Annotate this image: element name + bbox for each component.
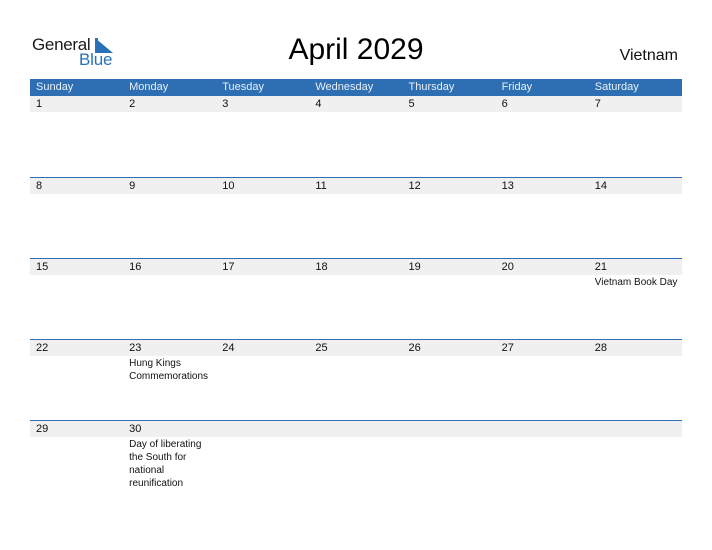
day-number: 18 [315,261,328,273]
holiday-label: Day of liberating the South for national… [129,439,202,489]
holiday-label [216,356,309,383]
day-number: 7 [594,98,601,110]
week-row: 15 16 17 18 19 20 21 Vietnam Book Day [30,258,682,339]
day-number: 6 [501,98,508,110]
day-number: 17 [222,261,235,273]
holiday-label [30,356,123,383]
holiday-label [403,275,496,289]
holiday-label: Vietnam Book Day [594,277,678,288]
holiday-label: Hung Kings Commemorations [129,358,209,382]
holiday-label [496,112,589,113]
day-number: 30 [129,423,142,435]
holiday-label [30,275,123,289]
holiday-label [589,112,682,113]
holiday-label [589,437,682,490]
holiday-label [216,437,309,490]
date-strip: 15 16 17 18 19 20 21 [30,259,682,275]
holiday-label [496,437,589,490]
day-number: 8 [36,180,43,192]
day-number: 19 [408,261,421,273]
day-number: 9 [129,180,136,192]
holiday-label [30,437,123,490]
date-strip: 8 9 10 11 12 13 14 [30,178,682,194]
holiday-label [309,356,402,383]
week-row: 22 23 24 25 26 27 28 Hung Kings Commemorations [30,339,682,420]
day-number [496,421,589,437]
weekday-wednesday: Wednesday [315,81,374,93]
weekday-header-row: Sunday Monday Tuesday Wednesday Thursday… [30,79,682,96]
holiday-label [216,275,309,289]
holiday-label [123,194,216,195]
events-row [30,112,682,113]
weekday-monday: Monday [129,81,169,93]
day-number: 24 [222,342,235,354]
weekday-thursday: Thursday [408,81,455,93]
day-number: 26 [408,342,421,354]
day-number: 14 [594,180,607,192]
day-number: 25 [315,342,328,354]
calendar-title: April 2029 [288,33,424,66]
holiday-label [403,194,496,195]
events-row [30,194,682,195]
day-number: 20 [501,261,514,273]
weekday-tuesday: Tuesday [222,81,265,93]
holiday-label [30,112,123,113]
holiday-label [496,194,589,195]
holiday-label [309,112,402,113]
day-number: 12 [408,180,421,192]
holiday-label [123,275,216,289]
day-number: 21 [594,261,607,273]
holiday-label [309,275,402,289]
week-row: 1 2 3 4 5 6 7 [30,96,682,177]
date-strip: 22 23 24 25 26 27 28 [30,340,682,356]
holiday-label [496,275,589,289]
day-number: 15 [36,261,49,273]
holiday-label [403,112,496,113]
day-number: 16 [129,261,142,273]
weekday-saturday: Saturday [594,81,639,93]
day-number: 11 [315,180,327,192]
country-label: Vietnam [619,47,678,64]
day-number [309,421,402,437]
date-strip: 29 30 [30,421,682,437]
day-number: 3 [222,98,229,110]
date-strip: 1 2 3 4 5 6 7 [30,96,682,112]
day-number: 4 [315,98,322,110]
holiday-label [589,194,682,195]
day-number: 29 [36,423,49,435]
holiday-label [216,112,309,113]
day-number: 22 [36,342,49,354]
holiday-label [216,194,309,195]
weekday-sunday: Sunday [36,81,74,93]
week-row: 29 30 Day of liberating the South for nati… [30,420,682,501]
holiday-label [496,356,589,383]
events-row: Day of liberating the South for national… [30,437,682,490]
day-number: 1 [36,98,43,110]
holiday-label [589,356,682,383]
events-row: Hung Kings Commemorations [30,356,682,383]
day-number: 2 [129,98,136,110]
holiday-label [30,194,123,195]
weekday-friday: Friday [501,81,533,93]
holiday-label [309,437,402,490]
day-number: 10 [222,180,235,192]
events-row: Vietnam Book Day [30,275,682,289]
weeks-container: 1 2 3 4 5 6 7 8 9 10 11 12 13 14 15 16 17 18 19 20 21 Vietnam… [30,96,682,501]
day-number [403,421,496,437]
day-number: 28 [594,342,607,354]
day-number: 5 [408,98,415,110]
holiday-label [403,437,496,490]
week-row: 8 9 10 11 12 13 14 [30,177,682,258]
holiday-label [403,356,496,383]
day-number [589,421,682,437]
day-number: 27 [501,342,514,354]
calendar-grid: Sunday Monday Tuesday Wednesday Thursday… [30,79,682,501]
day-number: 23 [129,342,142,354]
holiday-label [123,112,216,113]
day-number: 13 [501,180,514,192]
day-number [216,421,309,437]
holiday-label [309,194,402,195]
